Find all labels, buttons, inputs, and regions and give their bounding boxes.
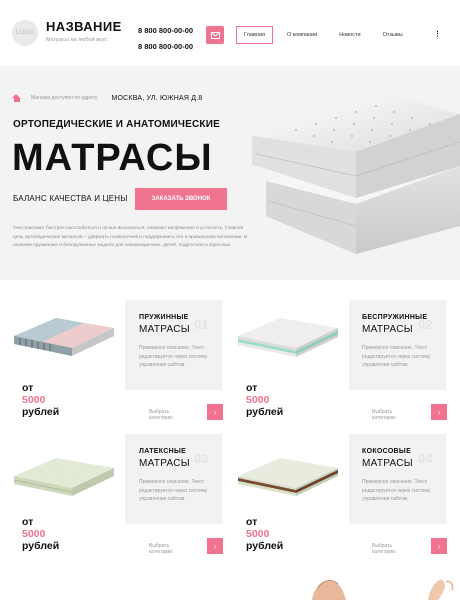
- home-icon: [12, 94, 21, 102]
- envelope-icon[interactable]: [206, 26, 224, 44]
- choose-category-link[interactable]: Выбрать категорию: [149, 543, 173, 555]
- brand-tagline: Матрасы на любой вкус: [46, 37, 108, 43]
- spring-mattress-image: [14, 318, 114, 356]
- hero-section: Магазин доступен по адресу МОСКВА, УЛ. Ю…: [0, 66, 460, 280]
- card-price: от 5000 рублей: [22, 382, 60, 418]
- card-price: от 5000 рублей: [22, 516, 60, 552]
- card-description: Примерное описание. Текст редактируется …: [139, 345, 208, 368]
- hero-balance-text: БАЛАНС КАЧЕСТВА И ЦЕНЫ: [13, 194, 128, 203]
- nav-item-reviews[interactable]: Отзывы: [383, 26, 403, 44]
- choose-category-link[interactable]: Выбрать категорию: [372, 409, 396, 421]
- card-title: ПРУЖИННЫЕ: [139, 314, 189, 321]
- phone-number-2[interactable]: 8 800 800-00-00: [138, 39, 193, 55]
- coconut-mattress-image: [238, 458, 338, 496]
- card-price: от 5000 рублей: [246, 382, 284, 418]
- card-number: 04: [418, 451, 433, 466]
- arrow-right-icon[interactable]: ›: [207, 538, 223, 554]
- card-title: КОКОСОВЫЕ: [362, 448, 412, 455]
- card-subtitle: МАТРАСЫ: [139, 324, 190, 335]
- springless-mattress-image: [238, 318, 338, 357]
- nav-item-home[interactable]: Главная: [236, 26, 273, 44]
- card-number: 02: [418, 317, 433, 332]
- logo-text: LOGO: [15, 30, 35, 36]
- card-number: 03: [194, 451, 209, 466]
- latex-mattress-image: [13, 458, 114, 496]
- mattress-hero-image: [252, 94, 460, 254]
- hero-description: Они помогают быстрее расслабиться и лучш…: [13, 226, 248, 248]
- card-subtitle: МАТРАСЫ: [362, 458, 413, 469]
- more-menu-icon[interactable]: ⋮: [434, 30, 441, 38]
- order-call-button[interactable]: ЗАКАЗАТЬ ЗВОНОК: [135, 188, 227, 210]
- arrow-right-icon[interactable]: ›: [431, 404, 447, 420]
- hero-subtitle: ОРТОПЕДИЧЕСКИЕ И АНАТОМИЧЕСКИЕ: [13, 119, 220, 130]
- arrow-right-icon[interactable]: ›: [207, 404, 223, 420]
- choose-category-link[interactable]: Выбрать категорию: [372, 543, 396, 555]
- card-description: Примерное описание. Текст редактируется …: [139, 479, 208, 502]
- site-header: LOGO НАЗВАНИЕ Матрасы на любой вкус 8 80…: [0, 0, 460, 66]
- brand-name[interactable]: НАЗВАНИЕ: [46, 19, 122, 34]
- arrow-right-icon[interactable]: ›: [431, 538, 447, 554]
- card-subtitle: МАТРАСЫ: [139, 458, 190, 469]
- card-description: Примерное описание. Текст редактируется …: [362, 345, 431, 368]
- card-subtitle: МАТРАСЫ: [362, 324, 413, 335]
- nav-item-news[interactable]: Новости: [339, 26, 360, 44]
- address-label: Магазин доступен по адресу: [31, 95, 98, 101]
- main-nav: Главная О компании Новости Отзывы: [236, 26, 425, 44]
- card-title: ЛАТЕКСНЫЕ: [139, 448, 187, 455]
- bottom-section-image: [312, 579, 454, 600]
- address-row: Магазин доступен по адресу МОСКВА, УЛ. Ю…: [12, 94, 203, 102]
- address-value: МОСКВА, УЛ. ЮЖНАЯ Д.8: [111, 94, 203, 102]
- logo[interactable]: LOGO: [12, 20, 38, 46]
- card-description: Примерное описание. Текст редактируется …: [362, 479, 431, 502]
- hero-title: МАТРАСЫ: [12, 137, 213, 179]
- nav-item-about[interactable]: О компании: [287, 26, 317, 44]
- card-price: от 5000 рублей: [246, 516, 284, 552]
- phone-block: 8 800 800-00-00 8 800 800-00-00: [138, 23, 193, 55]
- phone-number-1[interactable]: 8 800 800-00-00: [138, 23, 193, 39]
- choose-category-link[interactable]: Выбрать категорию: [149, 409, 173, 421]
- card-number: 01: [194, 317, 209, 332]
